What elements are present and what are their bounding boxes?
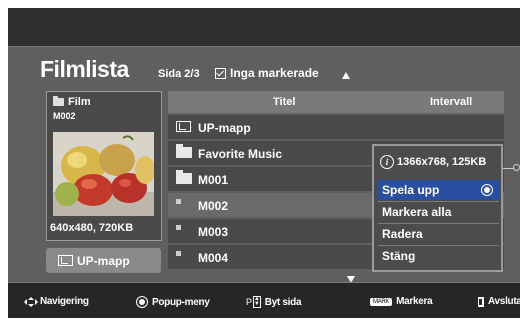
popup-item-label: Radera	[382, 227, 423, 241]
popup-info-label: 1366x768, 125KB	[397, 156, 487, 168]
footer-page-label: Byt sida	[264, 296, 302, 308]
popup-menu: i 1366x768, 125KB Spela upp Markera alla…	[372, 144, 503, 272]
preview-info: 640x480, 720KB	[50, 222, 134, 234]
file-bullet-icon	[176, 251, 181, 256]
ok-button-icon	[136, 296, 148, 308]
popup-item-label: Markera alla	[382, 205, 452, 219]
navigation-arrows-icon	[24, 296, 38, 307]
callout-dot	[513, 164, 520, 171]
up-folder-button[interactable]: UP-mapp	[46, 248, 161, 273]
checkbox-icon	[215, 67, 226, 79]
column-interval: Intervall	[430, 96, 473, 108]
list-row-label: M004	[198, 251, 229, 265]
fruit-photo-icon	[53, 132, 154, 216]
list-row-label: M001	[198, 173, 229, 187]
mark-status: Inga markerade	[215, 66, 319, 80]
radio-selected-icon	[481, 184, 493, 196]
footer-mark-label: Markera	[396, 296, 433, 307]
mark-key-icon: MARK	[370, 297, 393, 306]
footer-mark: MARK Markera	[370, 296, 433, 307]
footer-help-bar: Navigering Popup-meny P ▲ ▼ Byt sida MARK…	[8, 282, 520, 318]
folder-icon	[53, 96, 64, 106]
up-folder-button-label: UP-mapp	[77, 253, 130, 268]
column-title: Titel	[273, 96, 296, 108]
up-folder-icon	[176, 121, 191, 132]
list-row-label: M002	[198, 199, 229, 213]
popup-item-label: Stäng	[382, 249, 416, 263]
preview-thumbnail	[53, 132, 154, 216]
exit-icon	[478, 296, 484, 307]
preview-code: M002	[53, 111, 76, 121]
popup-item-close[interactable]: Stäng	[378, 246, 499, 266]
list-row-label: Favorite Music	[198, 147, 283, 161]
folder-icon	[176, 170, 192, 184]
popup-item-delete[interactable]: Radera	[378, 224, 499, 244]
page-title: Filmlista	[40, 56, 129, 82]
popup-item-mark-all[interactable]: Markera alla	[378, 202, 499, 222]
popup-info: i 1366x768, 125KB	[380, 155, 486, 169]
popup-item-play[interactable]: Spela upp	[378, 180, 499, 200]
footer-navigate: Navigering	[24, 296, 89, 307]
up-folder-icon	[58, 255, 73, 266]
popup-item-label: Spela upp	[382, 183, 440, 197]
preview-panel: Film M002 640x480, 720KB	[46, 91, 162, 241]
page-key-icon: P ▲ ▼	[246, 296, 261, 308]
mark-status-label: Inga markerade	[230, 66, 319, 80]
file-bullet-icon	[176, 225, 181, 230]
preview-header-label: Film	[68, 96, 91, 108]
preview-header: Film	[53, 96, 91, 108]
top-bar	[8, 8, 520, 47]
scroll-up-arrow-icon[interactable]	[342, 72, 350, 79]
list-header: Titel Intervall	[168, 91, 504, 113]
info-icon: i	[380, 155, 394, 169]
footer-exit-label: Avsluta	[488, 296, 520, 307]
footer-popup: Popup-meny	[136, 296, 210, 308]
tv-screen: Filmlista Sida 2/3 Inga markerade Film M…	[8, 8, 520, 318]
list-row[interactable]: UP-mapp	[168, 115, 504, 139]
footer-popup-label: Popup-meny	[152, 296, 210, 308]
folder-icon	[176, 144, 192, 158]
footer-navigate-label: Navigering	[40, 296, 89, 307]
file-bullet-icon	[176, 199, 181, 204]
list-row-label: UP-mapp	[198, 121, 251, 135]
page-indicator: Sida 2/3	[158, 68, 200, 80]
footer-exit: Avsluta	[478, 296, 520, 307]
list-row-label: M003	[198, 225, 229, 239]
footer-page: P ▲ ▼ Byt sida	[246, 296, 302, 308]
